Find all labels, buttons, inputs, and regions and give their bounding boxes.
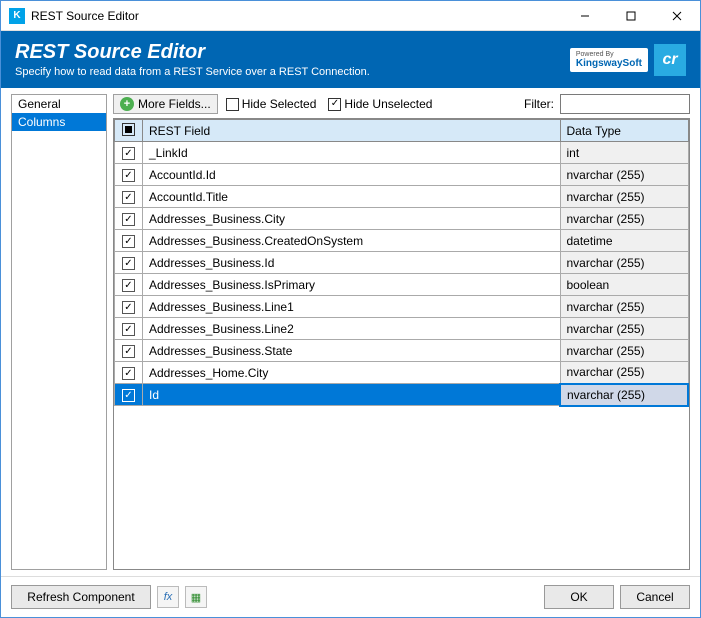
refresh-component-button[interactable]: Refresh Component [11, 585, 151, 609]
row-checkbox[interactable]: ✓ [115, 164, 143, 186]
table-row[interactable]: ✓ Addresses_Business.Citynvarchar (255) [115, 208, 689, 230]
row-checkbox[interactable]: ✓ [115, 318, 143, 340]
hide-selected-checkbox[interactable]: Hide Selected [222, 97, 321, 111]
table-row[interactable]: ✓ Addresses_Home.Citynvarchar (255) [115, 362, 689, 384]
table-row[interactable]: ✓ Addresses_Business.CreatedOnSystemdatet… [115, 230, 689, 252]
checkbox-icon: ✓ [122, 257, 135, 270]
checkbox-icon [226, 98, 239, 111]
table-row[interactable]: ✓ Addresses_Business.Line1nvarchar (255) [115, 296, 689, 318]
footer: Refresh Component fx ▦ OK Cancel [1, 576, 700, 617]
cell-data-type[interactable]: nvarchar (255) [560, 340, 688, 362]
header-rest-field[interactable]: REST Field [143, 120, 561, 142]
cell-rest-field: Addresses_Business.Line1 [143, 296, 561, 318]
table-row[interactable]: ✓ Addresses_Business.Idnvarchar (255) [115, 252, 689, 274]
row-checkbox[interactable]: ✓ [115, 252, 143, 274]
cell-data-type[interactable]: nvarchar (255) [560, 186, 688, 208]
table-row[interactable]: ✓ _LinkIdint [115, 142, 689, 164]
row-checkbox[interactable]: ✓ [115, 362, 143, 384]
table-row[interactable]: ✓ AccountId.Idnvarchar (255) [115, 164, 689, 186]
cell-rest-field: Addresses_Business.Id [143, 252, 561, 274]
header-subtitle: Specify how to read data from a REST Ser… [15, 66, 570, 78]
cell-data-type[interactable]: int [560, 142, 688, 164]
cell-rest-field: Addresses_Business.IsPrimary [143, 274, 561, 296]
checkbox-icon: ✓ [122, 345, 135, 358]
cell-data-type[interactable]: nvarchar (255) [560, 296, 688, 318]
cell-rest-field: Addresses_Business.City [143, 208, 561, 230]
header-select-all[interactable] [115, 120, 143, 142]
app-icon: K [9, 8, 25, 24]
cell-data-type[interactable]: nvarchar (255) [560, 318, 688, 340]
filter-input[interactable] [560, 94, 690, 114]
header-title: REST Source Editor [15, 41, 570, 64]
checkbox-icon: ✓ [122, 323, 135, 336]
cell-data-type[interactable]: nvarchar (255) [560, 164, 688, 186]
window-title: REST Source Editor [31, 9, 562, 23]
row-checkbox[interactable]: ✓ [115, 296, 143, 318]
more-fields-button[interactable]: + More Fields... [113, 94, 218, 114]
ok-button[interactable]: OK [544, 585, 614, 609]
header-data-type[interactable]: Data Type [560, 120, 688, 142]
body: General Columns + More Fields... Hide Se… [1, 88, 700, 576]
cell-data-type[interactable]: nvarchar (255) [560, 384, 688, 406]
cell-rest-field: Addresses_Business.State [143, 340, 561, 362]
checkbox-icon: ✓ [122, 301, 135, 314]
table-row[interactable]: ✓ AccountId.Titlenvarchar (255) [115, 186, 689, 208]
checkbox-icon: ✓ [328, 98, 341, 111]
cell-data-type[interactable]: nvarchar (255) [560, 362, 688, 384]
sidebar: General Columns [11, 94, 107, 570]
maximize-button[interactable] [608, 1, 654, 31]
main-panel: + More Fields... Hide Selected ✓ Hide Un… [113, 94, 690, 570]
table-row[interactable]: ✓ Addresses_Business.Statenvarchar (255) [115, 340, 689, 362]
sidebar-item-general[interactable]: General [12, 95, 106, 113]
close-button[interactable] [654, 1, 700, 31]
minimize-button[interactable] [562, 1, 608, 31]
checkbox-icon: ✓ [122, 367, 135, 380]
row-checkbox[interactable]: ✓ [115, 384, 143, 406]
filter-label: Filter: [524, 97, 554, 111]
cell-rest-field: Addresses_Business.Line2 [143, 318, 561, 340]
cell-data-type[interactable]: nvarchar (255) [560, 252, 688, 274]
kingswaysoft-logo: Powered By KingswaySoft [570, 48, 648, 72]
mapping-button[interactable]: ▦ [185, 586, 207, 608]
table-row[interactable]: ✓ Addresses_Business.IsPrimaryboolean [115, 274, 689, 296]
cell-rest-field: AccountId.Title [143, 186, 561, 208]
columns-grid: REST Field Data Type ✓ _LinkIdint ✓ Account… [113, 118, 690, 570]
row-checkbox[interactable]: ✓ [115, 340, 143, 362]
expression-button[interactable]: fx [157, 586, 179, 608]
window-controls [562, 1, 700, 31]
cell-rest-field: AccountId.Id [143, 164, 561, 186]
row-checkbox[interactable]: ✓ [115, 230, 143, 252]
cell-data-type[interactable]: nvarchar (255) [560, 208, 688, 230]
checkbox-icon: ✓ [122, 279, 135, 292]
cell-rest-field: Addresses_Home.City [143, 362, 561, 384]
fx-icon: fx [164, 591, 173, 603]
sidebar-item-columns[interactable]: Columns [12, 113, 106, 131]
cancel-button[interactable]: Cancel [620, 585, 690, 609]
checkbox-icon: ✓ [122, 169, 135, 182]
checkbox-icon: ✓ [122, 213, 135, 226]
cell-rest-field: Addresses_Business.CreatedOnSystem [143, 230, 561, 252]
cell-data-type[interactable]: boolean [560, 274, 688, 296]
checkbox-icon: ✓ [122, 191, 135, 204]
titlebar: K REST Source Editor [1, 1, 700, 31]
row-checkbox[interactable]: ✓ [115, 186, 143, 208]
cell-data-type[interactable]: datetime [560, 230, 688, 252]
table-row[interactable]: ✓ Addresses_Business.Line2nvarchar (255) [115, 318, 689, 340]
cell-rest-field: _LinkId [143, 142, 561, 164]
checkbox-icon: ✓ [122, 147, 135, 160]
hide-unselected-checkbox[interactable]: ✓ Hide Unselected [324, 97, 436, 111]
table-row[interactable]: ✓ Idnvarchar (255) [115, 384, 689, 406]
row-checkbox[interactable]: ✓ [115, 208, 143, 230]
toolbar: + More Fields... Hide Selected ✓ Hide Un… [113, 94, 690, 118]
mapping-icon: ▦ [191, 591, 201, 604]
checkbox-icon: ✓ [122, 235, 135, 248]
cell-rest-field: Id [143, 384, 561, 406]
header-banner: REST Source Editor Specify how to read d… [1, 31, 700, 88]
row-checkbox[interactable]: ✓ [115, 142, 143, 164]
plus-icon: + [120, 97, 134, 111]
cr-logo: cr [654, 44, 686, 76]
checkbox-icon: ✓ [122, 389, 135, 402]
app-window: K REST Source Editor REST Source Editor … [0, 0, 701, 618]
row-checkbox[interactable]: ✓ [115, 274, 143, 296]
